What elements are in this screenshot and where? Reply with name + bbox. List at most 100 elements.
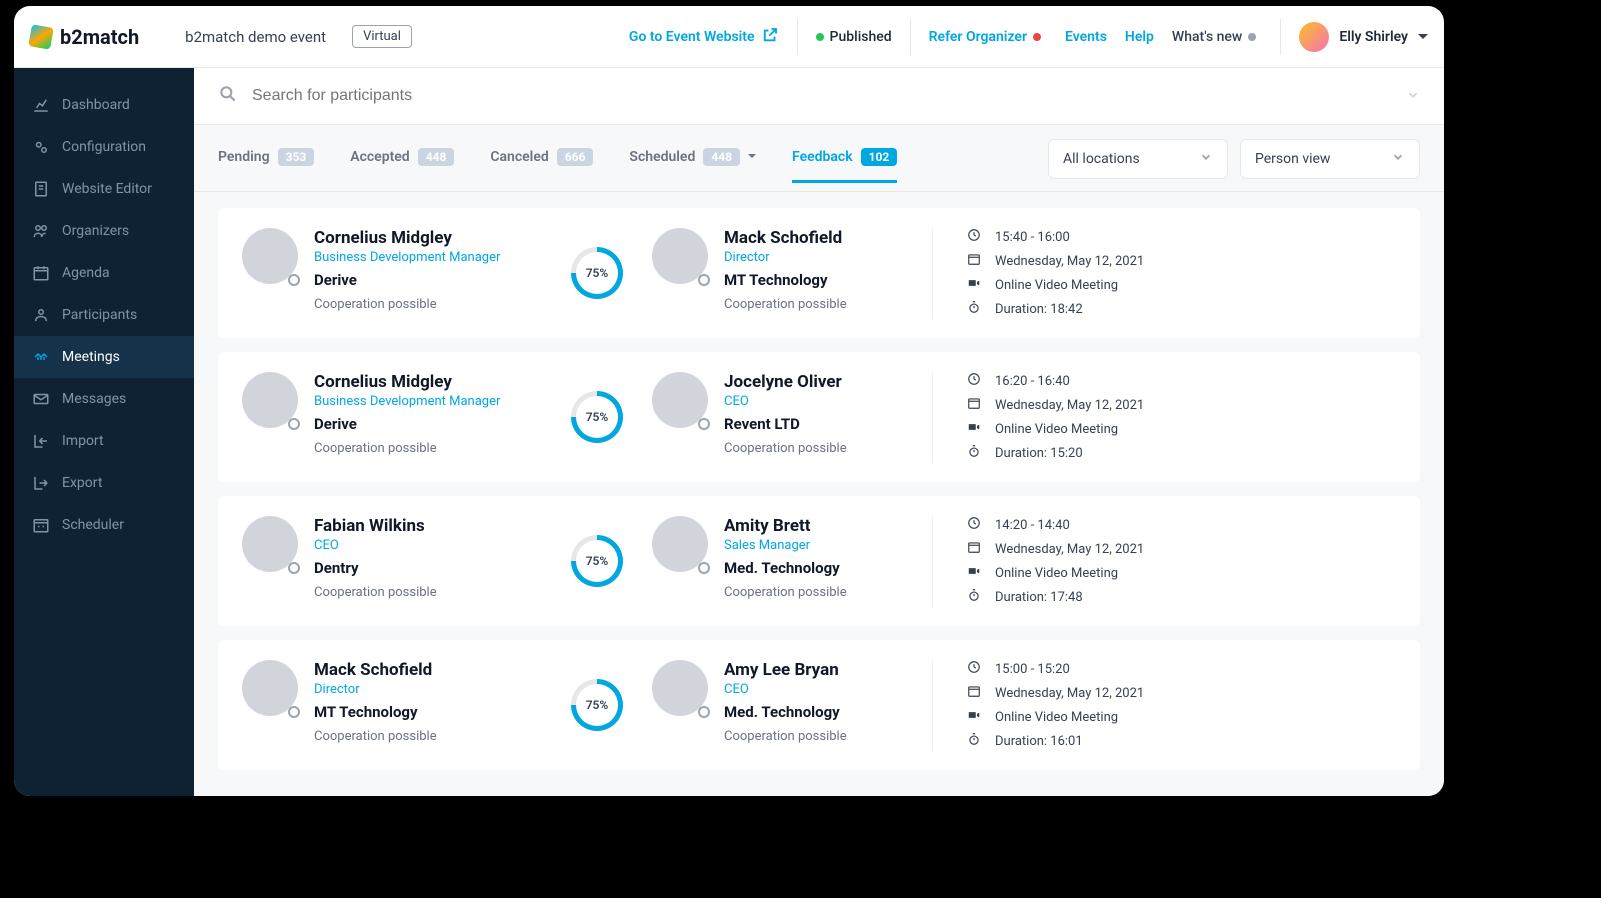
- view-filter[interactable]: Person view: [1240, 139, 1420, 179]
- refer-organizer-link[interactable]: Refer Organizer: [929, 29, 1047, 45]
- view-filter-label: Person view: [1255, 151, 1330, 167]
- person-role: Sales Manager: [724, 538, 847, 553]
- meeting-person: Mack Schofield Director MT Technology Co…: [242, 660, 542, 750]
- goto-event-link[interactable]: Go to Event Website: [629, 26, 779, 48]
- meeting-card[interactable]: Cornelius Midgley Business Development M…: [218, 208, 1420, 338]
- meeting-date: Wednesday, May 12, 2021: [995, 398, 1144, 413]
- events-link[interactable]: Events: [1065, 29, 1107, 45]
- person-avatar-icon: [652, 516, 708, 572]
- meeting-time: 15:00 - 15:20: [995, 662, 1070, 677]
- user-menu[interactable]: Elly Shirley: [1299, 22, 1428, 52]
- tabs: Pending353 Accepted 448 Canceled666 Schedule…: [194, 125, 1444, 192]
- meeting-time: 15:40 - 16:00: [995, 230, 1070, 245]
- tab-accepted[interactable]: Accepted 448: [350, 148, 454, 183]
- meeting-person: Cornelius Midgley Business Development M…: [242, 228, 542, 318]
- tab-feedback[interactable]: Feedback102: [792, 148, 897, 183]
- meeting-time: 14:20 - 14:40: [995, 518, 1070, 533]
- sidebar-item-configuration[interactable]: Configuration: [14, 126, 194, 168]
- location-filter[interactable]: All locations: [1048, 139, 1228, 179]
- sidebar-item-meetings[interactable]: Meetings: [14, 336, 194, 378]
- tab-label: Accepted: [350, 149, 409, 165]
- sidebar-item-scheduler[interactable]: Scheduler: [14, 504, 194, 546]
- person-cooperation: Cooperation possible: [314, 441, 500, 456]
- sidebar-item-agenda[interactable]: Agenda: [14, 252, 194, 294]
- sidebar-item-label: Messages: [62, 391, 126, 407]
- meeting-card[interactable]: Cornelius Midgley Business Development M…: [218, 352, 1420, 482]
- logo-mark-icon: [28, 24, 53, 49]
- meeting-card[interactable]: Fabian Wilkins CEO Dentry Cooperation po…: [218, 496, 1420, 626]
- person-name: Cornelius Midgley: [314, 372, 500, 392]
- meeting-meta: 14:20 - 14:40 Wednesday, May 12, 2021 On…: [932, 516, 1396, 606]
- person-role: Director: [314, 682, 437, 697]
- search-input[interactable]: [252, 87, 1392, 105]
- person-cooperation: Cooperation possible: [724, 441, 847, 456]
- help-link[interactable]: Help: [1125, 29, 1154, 45]
- tab-count: 448: [418, 148, 455, 166]
- tab-pending[interactable]: Pending353: [218, 148, 314, 183]
- virtual-badge: Virtual: [352, 25, 412, 48]
- chevron-down-icon: [1391, 150, 1405, 168]
- tab-count: 353: [278, 148, 315, 166]
- meeting-mode: Online Video Meeting: [995, 278, 1118, 293]
- main-content: Pending353 Accepted 448 Canceled666 Schedule…: [194, 68, 1444, 796]
- tab-count: 448: [703, 148, 740, 166]
- person-role: CEO: [724, 394, 847, 409]
- notification-dot-icon: [1033, 33, 1041, 41]
- status-published: Published: [816, 29, 892, 45]
- sidebar-item-label: Participants: [62, 307, 137, 323]
- calendar-icon: [32, 264, 50, 282]
- person-cooperation: Cooperation possible: [724, 585, 847, 600]
- person-name: Mack Schofield: [724, 228, 847, 248]
- calendar-icon: [967, 252, 981, 270]
- person-company: Med. Technology: [724, 559, 847, 577]
- calendar-icon: [967, 396, 981, 414]
- whats-new-link[interactable]: What's new: [1172, 29, 1262, 45]
- sidebar-item-organizers[interactable]: Organizers: [14, 210, 194, 252]
- topbar: b2match b2match demo event Virtual Go to…: [14, 6, 1444, 68]
- person-name: Cornelius Midgley: [314, 228, 500, 248]
- meetings-list: Cornelius Midgley Business Development M…: [194, 192, 1444, 796]
- meeting-meta: 16:20 - 16:40 Wednesday, May 12, 2021 On…: [932, 372, 1396, 462]
- meeting-mode: Online Video Meeting: [995, 566, 1118, 581]
- person-avatar-icon: [242, 660, 298, 716]
- timer-icon: [967, 444, 981, 462]
- sidebar-item-import[interactable]: Import: [14, 420, 194, 462]
- tab-canceled[interactable]: Canceled666: [490, 148, 593, 183]
- person-role: Business Development Manager: [314, 250, 500, 265]
- refer-label: Refer Organizer: [929, 29, 1027, 45]
- meeting-card[interactable]: Mack Schofield Director MT Technology Co…: [218, 640, 1420, 770]
- brand-logo[interactable]: b2match: [30, 25, 139, 49]
- meeting-meta: 15:00 - 15:20 Wednesday, May 12, 2021 On…: [932, 660, 1396, 750]
- person-avatar-icon: [242, 516, 298, 572]
- sidebar-item-website-editor[interactable]: Website Editor: [14, 168, 194, 210]
- status-indicator-icon: [288, 418, 300, 430]
- tab-label: Canceled: [490, 149, 548, 165]
- sidebar-item-label: Website Editor: [62, 181, 152, 197]
- clock-icon: [967, 516, 981, 534]
- users-icon: [32, 222, 50, 240]
- match-percentage: 75%: [542, 372, 652, 462]
- meeting-mode: Online Video Meeting: [995, 710, 1118, 725]
- goto-event-label: Go to Event Website: [629, 29, 755, 45]
- match-percentage: 75%: [542, 516, 652, 606]
- person-company: Derive: [314, 271, 500, 289]
- sidebar-item-messages[interactable]: Messages: [14, 378, 194, 420]
- people-icon: [32, 306, 50, 324]
- sidebar-item-export[interactable]: Export: [14, 462, 194, 504]
- meeting-person: Mack Schofield Director MT Technology Co…: [652, 228, 932, 318]
- person-company: Derive: [314, 415, 500, 433]
- person-company: MT Technology: [724, 271, 847, 289]
- location-filter-label: All locations: [1063, 151, 1140, 167]
- person-name: Jocelyne Oliver: [724, 372, 847, 392]
- event-name: b2match demo event: [185, 28, 326, 46]
- tab-scheduled[interactable]: Scheduled448: [629, 148, 756, 183]
- chevron-down-icon[interactable]: [1406, 87, 1420, 106]
- timer-icon: [967, 732, 981, 750]
- person-company: Dentry: [314, 559, 437, 577]
- person-avatar-icon: [242, 372, 298, 428]
- person-avatar-icon: [242, 228, 298, 284]
- sidebar-item-participants[interactable]: Participants: [14, 294, 194, 336]
- sidebar-item-dashboard[interactable]: Dashboard: [14, 84, 194, 126]
- timer-icon: [967, 300, 981, 318]
- sidebar-item-label: Configuration: [62, 139, 146, 155]
